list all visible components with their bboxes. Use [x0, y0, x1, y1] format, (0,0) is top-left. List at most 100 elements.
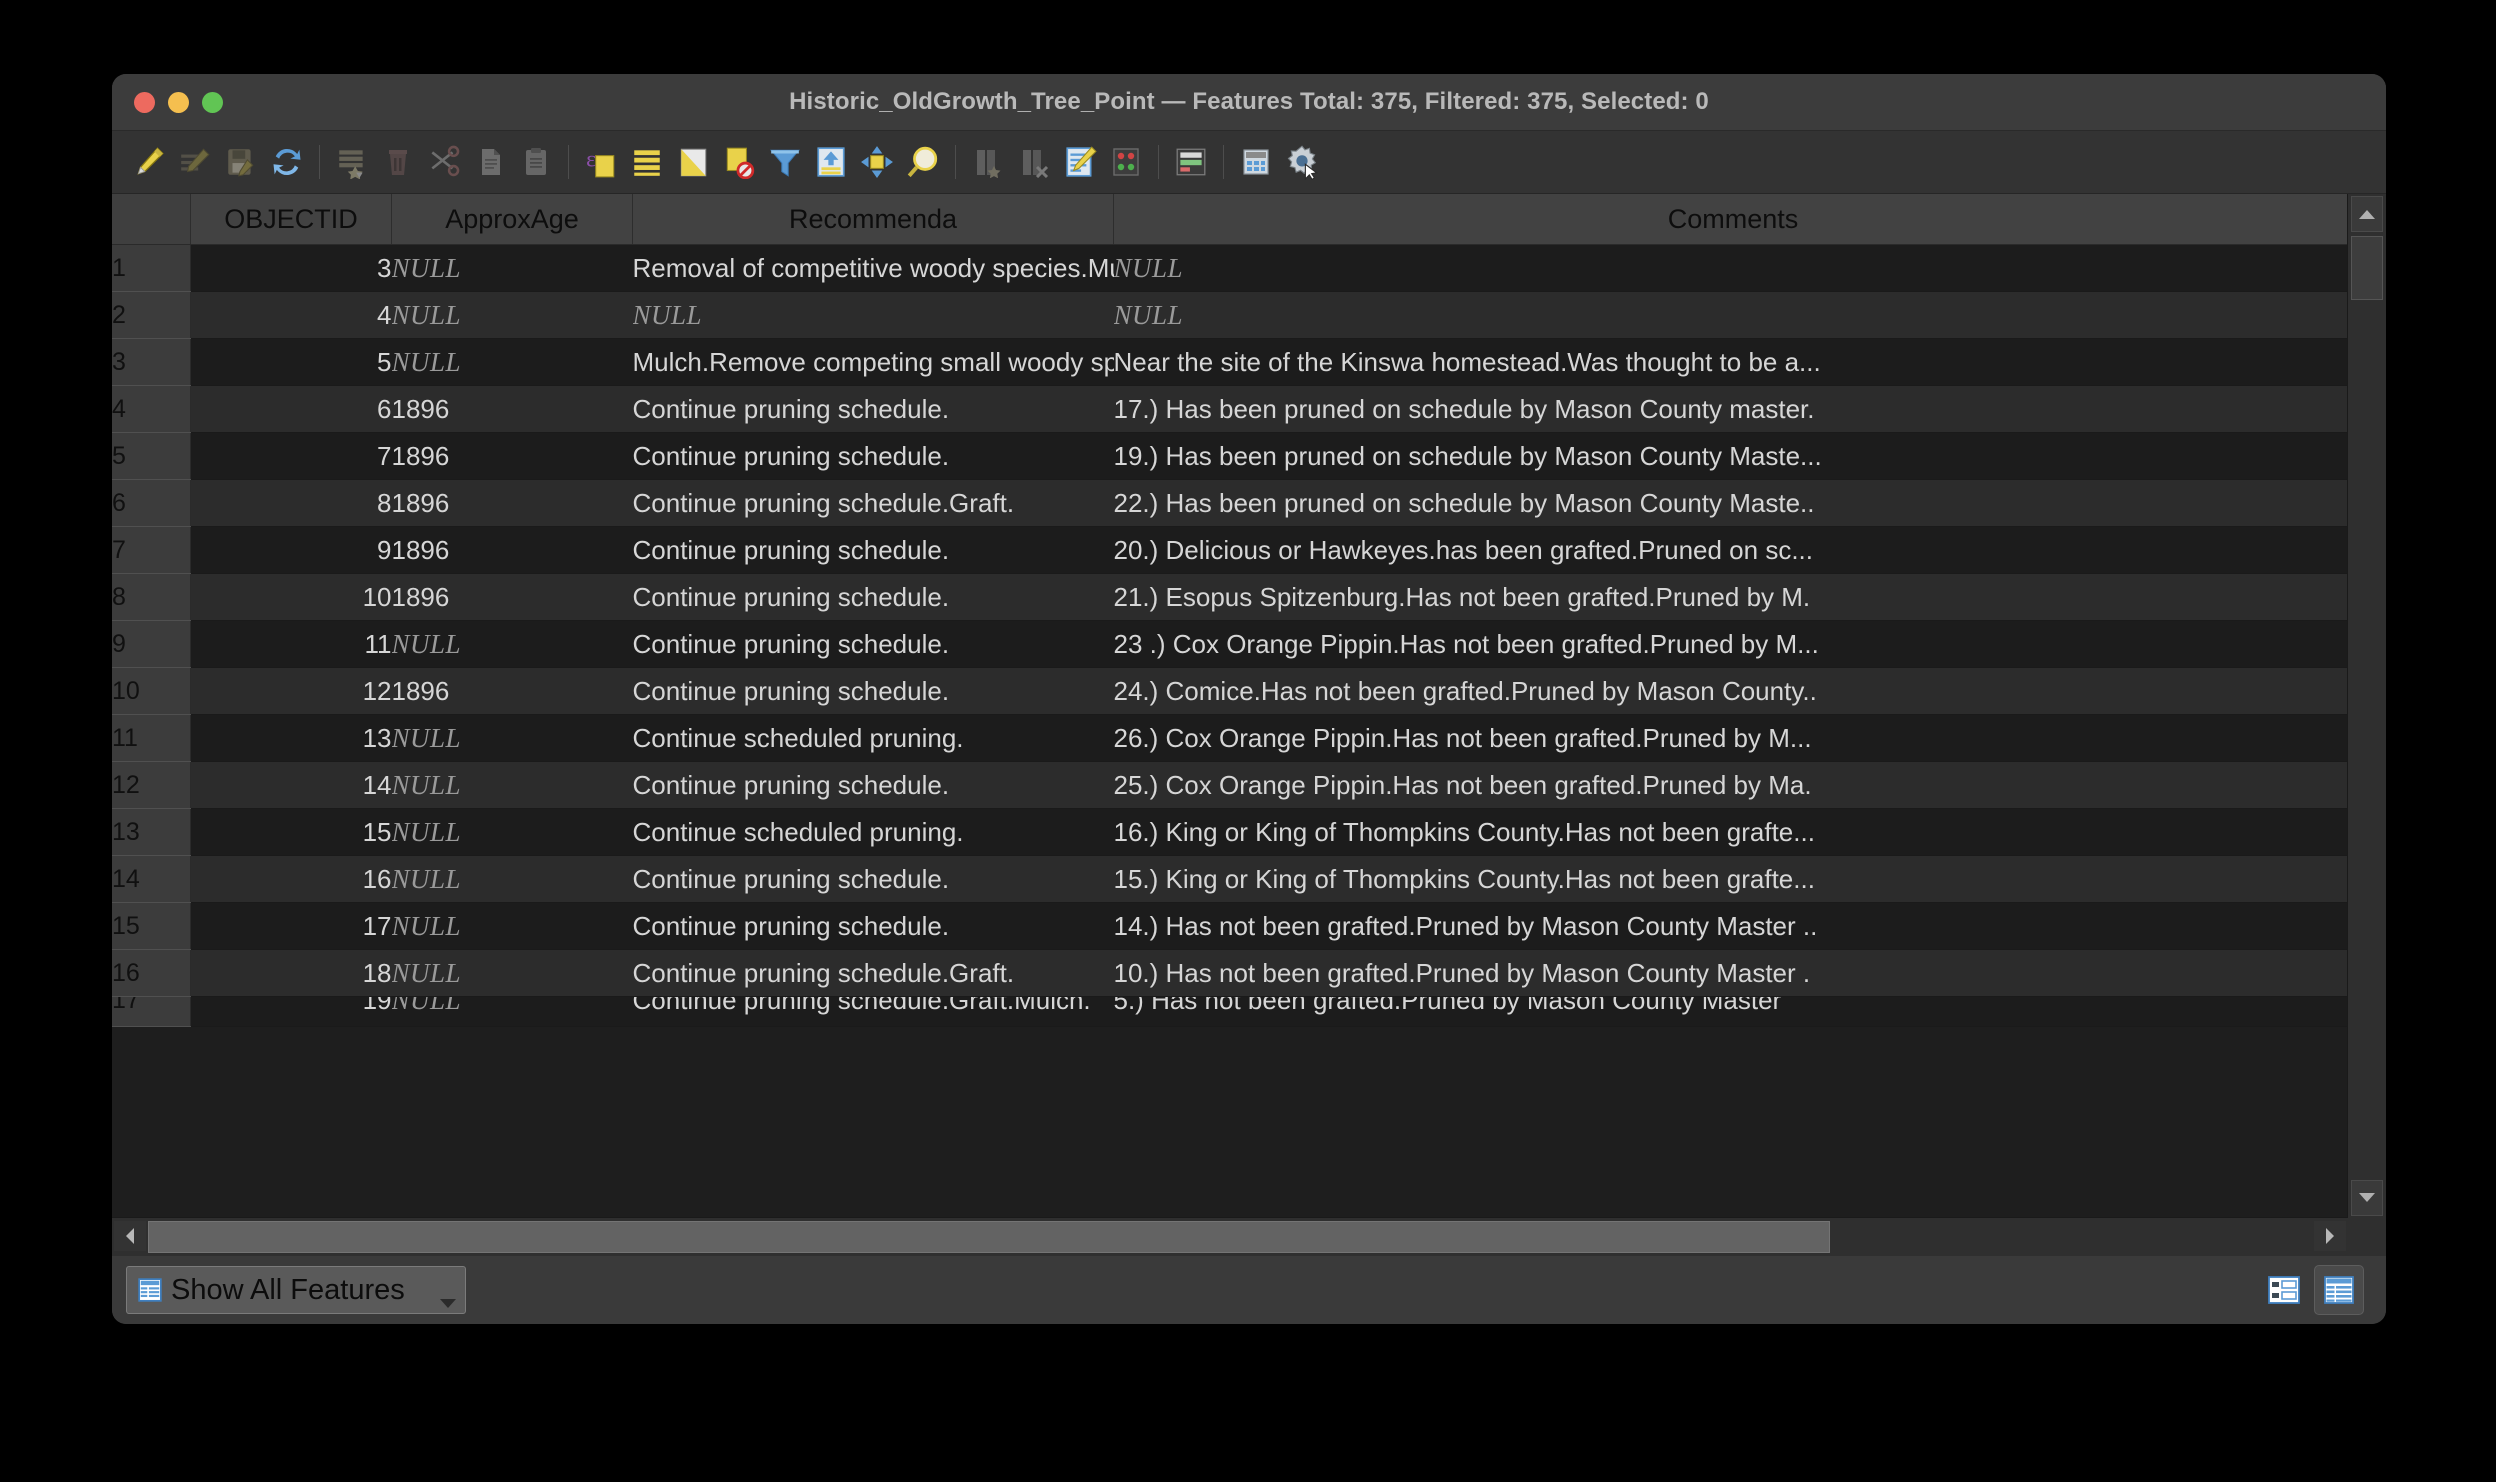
row-number-header[interactable]: 17	[112, 997, 191, 1027]
cell-approxage[interactable]: 1896	[392, 433, 633, 480]
cell-approxage[interactable]: NULL	[392, 856, 633, 903]
row-number-header[interactable]: 5	[112, 433, 191, 480]
cell-comments[interactable]: 24.) Comice.Has not been grafted.Pruned …	[1114, 668, 2349, 715]
row-number-header[interactable]: 12	[112, 762, 191, 809]
settings-icon[interactable]	[1279, 139, 1325, 185]
cell-recommenda[interactable]: Continue pruning schedule.	[633, 386, 1114, 433]
cell-approxage[interactable]: 1896	[392, 386, 633, 433]
cell-objectid[interactable]: 13	[191, 715, 392, 762]
table-view-button[interactable]	[2314, 1265, 2364, 1315]
cell-comments[interactable]: 14.) Has not been grafted.Pruned by Maso…	[1114, 903, 2349, 950]
cell-comments[interactable]: 10.) Has not been grafted.Pruned by Maso…	[1114, 950, 2349, 997]
cell-approxage[interactable]: NULL	[392, 292, 633, 339]
select-all-icon[interactable]	[624, 139, 670, 185]
column-header-comments[interactable]: Comments	[1114, 194, 2349, 245]
table-row[interactable]: 1113NULLContinue scheduled pruning.26.) …	[112, 715, 2348, 762]
scroll-down-arrow-icon[interactable]	[2351, 1180, 2383, 1216]
row-number-header[interactable]: 6	[112, 480, 191, 527]
form-view-button[interactable]	[2260, 1266, 2308, 1314]
cell-objectid[interactable]: 7	[191, 433, 392, 480]
table-row[interactable]: 10121896Continue pruning schedule.24.) C…	[112, 668, 2348, 715]
actions-icon[interactable]	[1233, 139, 1279, 185]
cell-objectid[interactable]: 9	[191, 527, 392, 574]
cell-comments[interactable]: 22.) Has been pruned on schedule by Maso…	[1114, 480, 2349, 527]
row-number-header[interactable]: 10	[112, 668, 191, 715]
cell-objectid[interactable]: 10	[191, 574, 392, 621]
cell-recommenda[interactable]: Continue pruning schedule.	[633, 668, 1114, 715]
cell-approxage[interactable]: 1896	[392, 480, 633, 527]
cell-approxage[interactable]: NULL	[392, 621, 633, 668]
cell-comments[interactable]: 19.) Has been pruned on schedule by Maso…	[1114, 433, 2349, 480]
cell-recommenda[interactable]: Continue scheduled pruning.	[633, 809, 1114, 856]
cell-approxage[interactable]: NULL	[392, 245, 633, 292]
cell-recommenda[interactable]: Continue pruning schedule.	[633, 903, 1114, 950]
cell-objectid[interactable]: 6	[191, 386, 392, 433]
table-row[interactable]: 8101896Continue pruning schedule.21.) Es…	[112, 574, 2348, 621]
organize-columns-icon[interactable]	[1168, 139, 1214, 185]
cell-approxage[interactable]: NULL	[392, 903, 633, 950]
row-number-header[interactable]: 1	[112, 245, 191, 292]
table-row[interactable]: 911NULLContinue pruning schedule.23 .) C…	[112, 621, 2348, 668]
cell-recommenda[interactable]: Continue scheduled pruning.	[633, 715, 1114, 762]
move-selection-to-top-icon[interactable]	[808, 139, 854, 185]
cell-approxage[interactable]: 1896	[392, 527, 633, 574]
table-row[interactable]: 1416NULLContinue pruning schedule.15.) K…	[112, 856, 2348, 903]
table-row[interactable]: 681896Continue pruning schedule.Graft.22…	[112, 480, 2348, 527]
cell-approxage[interactable]: NULL	[392, 809, 633, 856]
cell-recommenda[interactable]: Continue pruning schedule.	[633, 574, 1114, 621]
column-header-recommenda[interactable]: Recommenda	[633, 194, 1114, 245]
table-row[interactable]: 461896Continue pruning schedule.17.) Has…	[112, 386, 2348, 433]
conditional-formatting-icon[interactable]	[1103, 139, 1149, 185]
cell-comments[interactable]: NULL	[1114, 245, 2349, 292]
row-number-header[interactable]: 4	[112, 386, 191, 433]
row-number-header[interactable]: 2	[112, 292, 191, 339]
cell-objectid[interactable]: 14	[191, 762, 392, 809]
cell-comments[interactable]: 16.) King or King of Thompkins County.Ha…	[1114, 809, 2349, 856]
horizontal-scrollbar-thumb[interactable]	[148, 1221, 1830, 1253]
attribute-grid-viewport[interactable]: OBJECTID ApproxAge Recommenda Comments 1…	[112, 194, 2348, 1218]
cell-recommenda[interactable]: Continue pruning schedule.Graft.	[633, 950, 1114, 997]
table-row[interactable]: 1618NULLContinue pruning schedule.Graft.…	[112, 950, 2348, 997]
table-row[interactable]: 1214NULLContinue pruning schedule.25.) C…	[112, 762, 2348, 809]
table-row[interactable]: 571896Continue pruning schedule.19.) Has…	[112, 433, 2348, 480]
cell-approxage[interactable]: NULL	[392, 339, 633, 386]
cell-recommenda[interactable]: Continue pruning schedule.	[633, 762, 1114, 809]
cell-comments[interactable]: 5.) Has not been grafted.Pruned by Mason…	[1114, 997, 2349, 1027]
cell-objectid[interactable]: 11	[191, 621, 392, 668]
scroll-up-arrow-icon[interactable]	[2351, 196, 2383, 232]
cell-approxage[interactable]: NULL	[392, 762, 633, 809]
cell-comments[interactable]: 21.) Esopus Spitzenburg.Has not been gra…	[1114, 574, 2349, 621]
filter-icon[interactable]	[762, 139, 808, 185]
deselect-all-icon[interactable]	[716, 139, 762, 185]
table-row[interactable]: 791896Continue pruning schedule.20.) Del…	[112, 527, 2348, 574]
cell-objectid[interactable]: 19	[191, 997, 392, 1027]
cell-objectid[interactable]: 8	[191, 480, 392, 527]
select-by-expression-icon[interactable]: ε	[578, 139, 624, 185]
cell-objectid[interactable]: 4	[191, 292, 392, 339]
cell-recommenda[interactable]: NULL	[633, 292, 1114, 339]
cell-approxage[interactable]: 1896	[392, 574, 633, 621]
cell-objectid[interactable]: 17	[191, 903, 392, 950]
cell-comments[interactable]: 17.) Has been pruned on schedule by Maso…	[1114, 386, 2349, 433]
invert-selection-icon[interactable]	[670, 139, 716, 185]
row-number-header[interactable]: 9	[112, 621, 191, 668]
row-number-header[interactable]: 16	[112, 950, 191, 997]
cell-comments[interactable]: 15.) King or King of Thompkins County.Ha…	[1114, 856, 2349, 903]
close-window-button[interactable]	[134, 92, 155, 113]
minimize-window-button[interactable]	[168, 92, 189, 113]
cell-recommenda[interactable]: Continue pruning schedule.	[633, 621, 1114, 668]
cell-recommenda[interactable]: Continue pruning schedule.	[633, 856, 1114, 903]
open-field-calculator-icon[interactable]	[1057, 139, 1103, 185]
scroll-left-arrow-icon[interactable]	[114, 1221, 146, 1251]
table-row[interactable]: 1719NULLContinue pruning schedule.Graft.…	[112, 997, 2348, 1027]
reload-table-icon[interactable]	[264, 139, 310, 185]
row-number-header[interactable]: 3	[112, 339, 191, 386]
row-number-header[interactable]: 14	[112, 856, 191, 903]
toggle-editing-icon[interactable]	[126, 139, 172, 185]
cell-objectid[interactable]: 12	[191, 668, 392, 715]
pan-to-selection-icon[interactable]	[854, 139, 900, 185]
cell-objectid[interactable]: 3	[191, 245, 392, 292]
scroll-right-arrow-icon[interactable]	[2314, 1221, 2346, 1251]
cell-recommenda[interactable]: Removal of competitive woody species.Mul…	[633, 245, 1114, 292]
row-number-header[interactable]: 11	[112, 715, 191, 762]
